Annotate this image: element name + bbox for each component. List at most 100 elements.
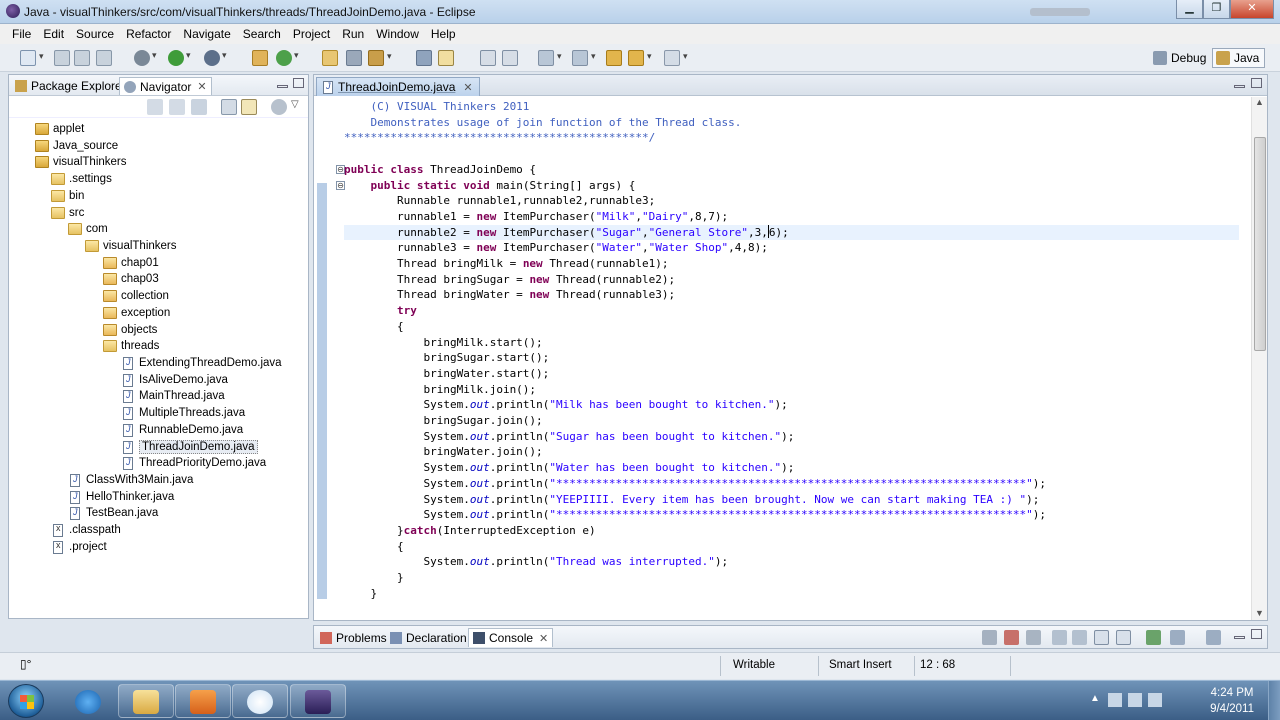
start-button[interactable] [8, 684, 44, 718]
tree-item[interactable]: chap01 [103, 255, 159, 271]
menu-help[interactable]: Help [425, 27, 462, 41]
network-icon[interactable] [1128, 693, 1142, 707]
tree-item[interactable]: visualThinkers [85, 238, 177, 254]
show-whitespace-icon[interactable] [502, 50, 518, 66]
open-console-icon[interactable] [1206, 630, 1221, 645]
perspective-debug[interactable]: Debug [1150, 48, 1211, 68]
tree-item[interactable]: MainThread.java [121, 388, 225, 404]
mark-occurrences-icon[interactable] [438, 50, 454, 66]
tree-item[interactable]: threads [103, 338, 159, 354]
code-line[interactable]: } [344, 586, 377, 602]
tree-item[interactable]: applet [35, 121, 84, 137]
code-line[interactable]: bringMilk.start(); [344, 335, 542, 351]
tree-item[interactable]: RunnableDemo.java [121, 422, 243, 438]
editor-body[interactable]: ⊖ ⊖ (C) VISUAL Thinkers 2011 Demonstrate… [314, 97, 1267, 620]
save-all-icon[interactable] [74, 50, 90, 66]
tree-item[interactable]: TestBean.java [68, 505, 158, 521]
menu-project[interactable]: Project [287, 27, 336, 41]
code-line[interactable]: bringMilk.join(); [344, 382, 536, 398]
code-line[interactable]: { [344, 539, 404, 555]
perspective-java[interactable]: Java [1212, 48, 1266, 68]
save-icon[interactable] [54, 50, 70, 66]
tree-item[interactable]: HelloThinker.java [68, 489, 174, 505]
toggle-breadcrumb-icon[interactable] [416, 50, 432, 66]
tree-item[interactable]: .settings [51, 171, 112, 187]
remove-launch-icon[interactable] [1004, 630, 1019, 645]
next-annotation-icon[interactable] [538, 50, 562, 66]
code-line[interactable]: runnable2 = new ItemPurchaser("Sugar","G… [344, 224, 1239, 241]
scroll-up-icon[interactable]: ▲ [1255, 97, 1264, 107]
close-icon[interactable]: ✕ [463, 81, 472, 94]
back-icon[interactable] [628, 50, 652, 66]
code-line[interactable]: Demonstrates usage of join function of t… [344, 115, 741, 131]
code-line[interactable]: bringSugar.join(); [344, 413, 542, 429]
external-tools-icon[interactable] [204, 50, 227, 66]
menu-run[interactable]: Run [336, 27, 370, 41]
code-line[interactable]: }catch(InterruptedException e) [344, 523, 596, 539]
code-line[interactable]: { [344, 319, 404, 335]
run-icon[interactable] [168, 50, 191, 66]
clear-console-icon[interactable] [1052, 630, 1067, 645]
code-line[interactable]: try [344, 303, 417, 319]
minimize-panel-icon[interactable] [1234, 85, 1245, 88]
code-line[interactable]: public class ThreadJoinDemo { [344, 162, 536, 178]
source-code[interactable]: (C) VISUAL Thinkers 2011 Demonstrates us… [344, 97, 1239, 620]
code-line[interactable]: Thread bringSugar = new Thread(runnable2… [344, 272, 675, 288]
tree-item[interactable]: src [51, 205, 84, 221]
previous-annotation-icon[interactable] [572, 50, 596, 66]
tree-item[interactable]: collection [103, 288, 169, 304]
minimize-button[interactable]: ▁ [1176, 0, 1203, 19]
show-on-error-icon[interactable] [1116, 630, 1131, 645]
forward-icon[interactable] [169, 99, 185, 115]
print-icon[interactable] [96, 50, 112, 66]
scroll-lock-icon[interactable] [1072, 630, 1087, 645]
tree-item[interactable]: objects [103, 322, 157, 338]
remove-all-icon[interactable] [1026, 630, 1041, 645]
code-line[interactable]: System.out.println("YEEPIIII. Every item… [344, 492, 1039, 508]
code-line[interactable]: System.out.println("********************… [344, 476, 1046, 492]
show-desktop-button[interactable] [1268, 681, 1280, 720]
open-type-icon[interactable] [322, 50, 338, 66]
menu-navigate[interactable]: Navigate [177, 27, 236, 41]
menu-file[interactable]: File [6, 27, 37, 41]
tree-item[interactable]: ClassWith3Main.java [68, 472, 193, 488]
tab-problems[interactable]: Problems [316, 628, 391, 647]
forward-icon[interactable] [664, 50, 688, 66]
taskbar-internet-explorer[interactable] [60, 684, 116, 718]
search-icon[interactable] [368, 50, 392, 66]
code-line[interactable]: bringSugar.start(); [344, 350, 549, 366]
tree-item[interactable]: ExtendingThreadDemo.java [121, 355, 282, 371]
pin-console-icon[interactable] [1146, 630, 1161, 645]
tab-console[interactable]: Console ✕ [468, 628, 554, 647]
close-button[interactable]: ✕ [1230, 0, 1274, 19]
tree-item[interactable]: bin [51, 188, 84, 204]
maximize-panel-icon[interactable] [293, 78, 304, 88]
minimize-panel-icon[interactable] [1234, 636, 1245, 639]
tab-package-explorer[interactable]: Package Explorer [11, 77, 130, 95]
tree-item-selected[interactable]: ThreadJoinDemo.java [121, 439, 258, 455]
block-selection-icon[interactable] [480, 50, 496, 66]
code-line[interactable]: System.out.println("Water has been bough… [344, 460, 794, 476]
chevron-down-icon[interactable]: ▽ [291, 99, 307, 115]
tree-item[interactable]: Java_source [35, 138, 118, 154]
new-java-project-icon[interactable] [252, 50, 268, 66]
minimize-panel-icon[interactable] [277, 85, 288, 88]
tree-item[interactable]: .classpath [51, 522, 121, 538]
code-line[interactable]: runnable1 = new ItemPurchaser("Milk","Da… [344, 209, 728, 225]
tree-item[interactable]: chap03 [103, 271, 159, 287]
tree-item[interactable]: ThreadPriorityDemo.java [121, 455, 266, 471]
menu-refactor[interactable]: Refactor [120, 27, 177, 41]
menu-window[interactable]: Window [370, 27, 425, 41]
code-line[interactable]: } [344, 570, 404, 586]
display-console-icon[interactable] [1170, 630, 1185, 645]
tab-navigator[interactable]: Navigator ✕ [119, 77, 212, 95]
menu-search[interactable]: Search [237, 27, 287, 41]
show-hidden-icons-icon[interactable]: ▲ [1090, 693, 1104, 707]
tab-declaration[interactable]: Declaration [386, 628, 471, 647]
maximize-panel-icon[interactable] [1251, 78, 1262, 88]
show-on-output-icon[interactable] [1094, 630, 1109, 645]
back-icon[interactable] [147, 99, 163, 115]
code-line[interactable]: runnable3 = new ItemPurchaser("Water","W… [344, 240, 768, 256]
close-icon[interactable]: ✕ [539, 632, 548, 645]
code-line[interactable]: bringWater.join(); [344, 444, 542, 460]
